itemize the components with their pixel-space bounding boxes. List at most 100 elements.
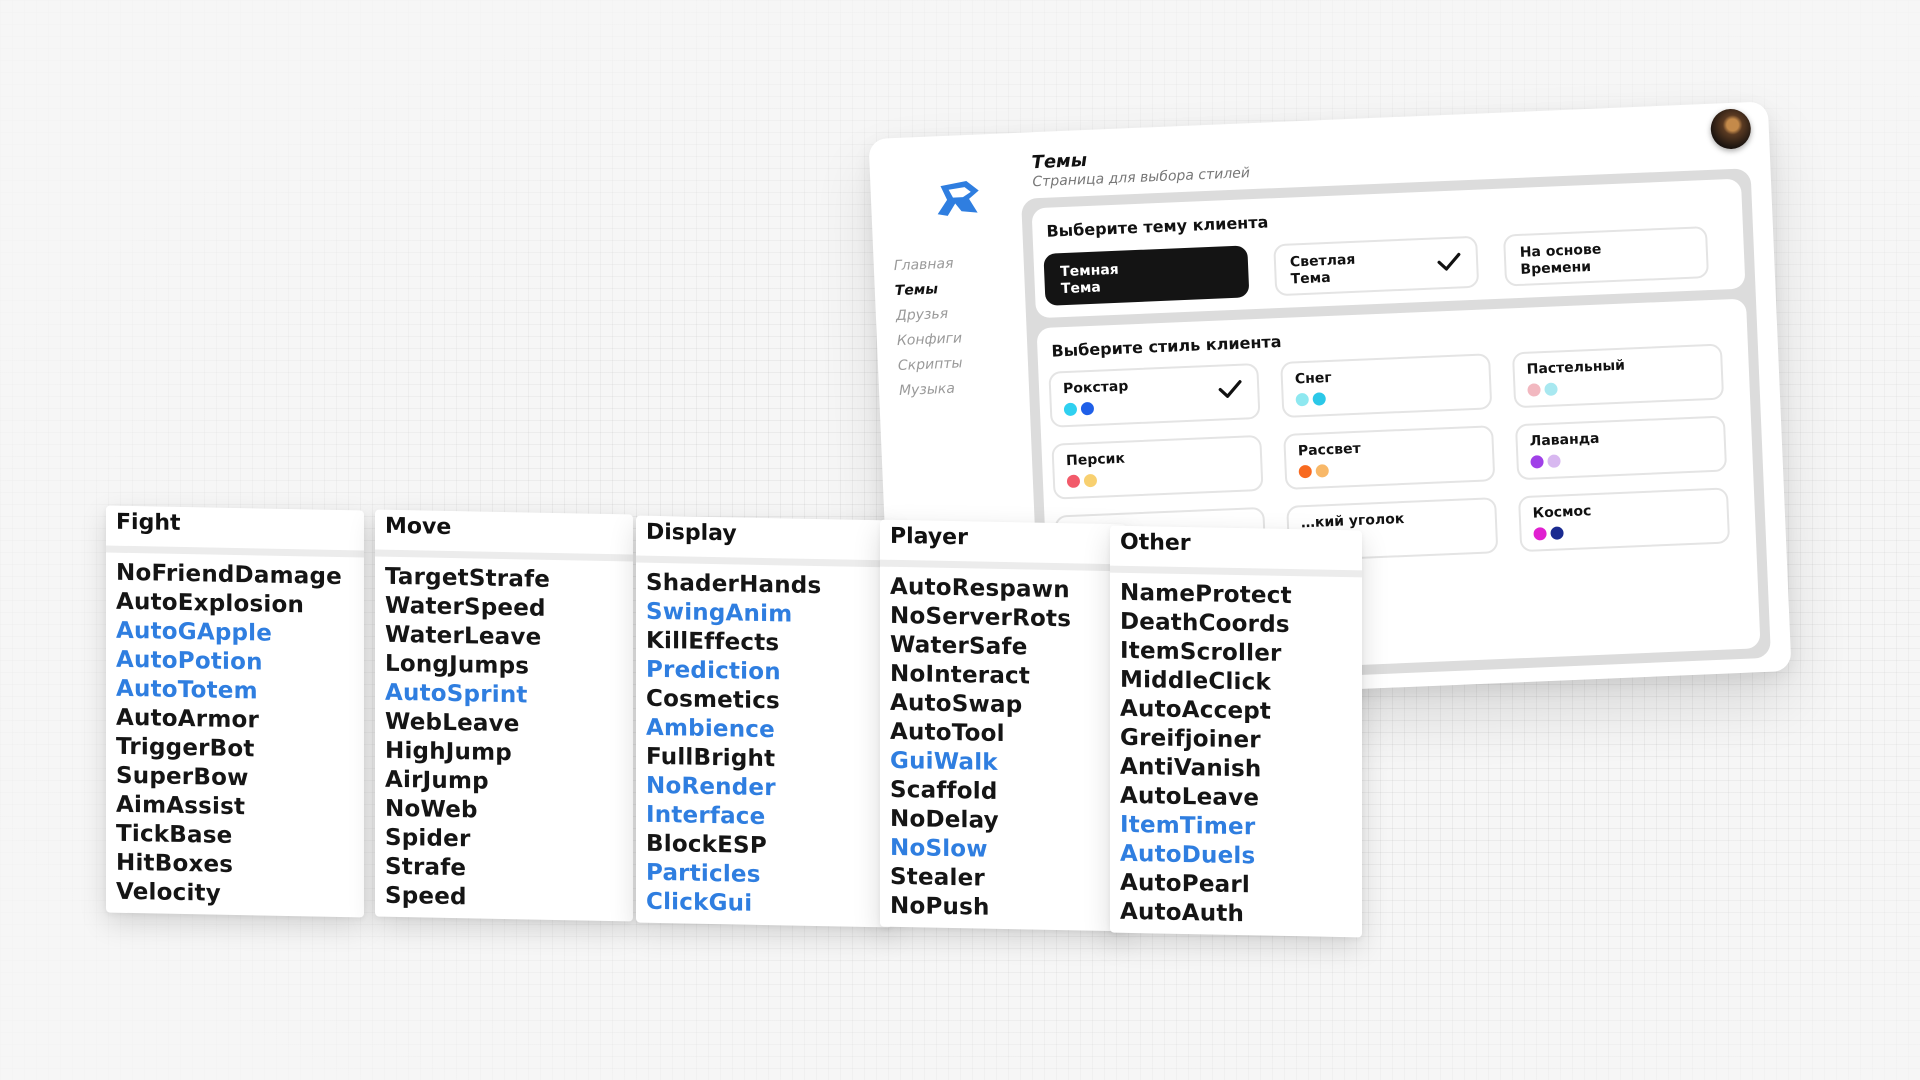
module-toggle[interactable]: NoServerRots: [890, 602, 1116, 635]
module-category-title[interactable]: Player: [880, 519, 1126, 572]
module-toggle[interactable]: NoPush: [890, 892, 1116, 925]
style-option-card[interactable]: Персик: [1051, 434, 1264, 500]
module-toggle[interactable]: Greifjoiner: [1120, 724, 1352, 757]
style-option-name: Рассвет: [1297, 440, 1361, 460]
module-toggle[interactable]: DeathCoords: [1120, 608, 1352, 641]
module-toggle[interactable]: SuperBow: [116, 762, 354, 796]
module-toggle[interactable]: Interface: [646, 801, 882, 835]
module-toggle[interactable]: AutoPearl: [1120, 869, 1352, 902]
style-color-swatches: [1527, 376, 1709, 397]
module-toggle[interactable]: FullBright: [646, 743, 882, 777]
color-swatch: [1530, 455, 1544, 469]
module-toggle[interactable]: Velocity: [116, 878, 354, 912]
module-toggle[interactable]: Spider: [385, 824, 623, 858]
module-toggle[interactable]: AutoTool: [890, 718, 1116, 751]
module-toggle[interactable]: Scaffold: [890, 776, 1116, 809]
module-toggle[interactable]: Particles: [646, 859, 882, 893]
module-category-title[interactable]: Move: [375, 509, 633, 562]
module-toggle[interactable]: NoInteract: [890, 660, 1116, 693]
module-toggle[interactable]: HighJump: [385, 737, 623, 771]
module-toggle[interactable]: Cosmetics: [646, 685, 882, 719]
module-toggle[interactable]: AutoDuels: [1120, 840, 1352, 873]
style-option-card[interactable]: Лаванда: [1514, 415, 1728, 481]
style-option-name: …кий уголок: [1300, 510, 1405, 532]
module-toggle[interactable]: AutoRespawn: [890, 573, 1116, 606]
style-option-name: Космос: [1532, 503, 1592, 522]
module-toggle[interactable]: KillEffects: [646, 627, 882, 661]
module-toggle[interactable]: Strafe: [385, 853, 623, 887]
style-option-card[interactable]: Снег: [1280, 353, 1493, 419]
module-toggle[interactable]: AutoSprint: [385, 679, 623, 713]
style-option-card[interactable]: Космос: [1517, 487, 1731, 553]
style-option-card[interactable]: Рокстар: [1048, 362, 1261, 428]
module-toggle[interactable]: Ambience: [646, 714, 882, 748]
module-category-title[interactable]: Fight: [106, 505, 364, 558]
module-toggle[interactable]: AutoPotion: [116, 646, 354, 680]
module-toggle[interactable]: AutoAuth: [1120, 898, 1352, 931]
style-section-title: Выберите стиль клиента: [1051, 331, 1282, 361]
module-toggle[interactable]: NoFriendDamage: [116, 559, 354, 593]
style-option-name: Лаванда: [1529, 430, 1600, 450]
module-toggle[interactable]: WaterSpeed: [385, 592, 623, 626]
module-category-title[interactable]: Display: [636, 515, 892, 568]
sidebar-nav: Главная Темы Друзья Конфиги Скрипты Музы…: [893, 253, 1019, 408]
avatar[interactable]: [1709, 108, 1752, 150]
module-category-title[interactable]: Other: [1110, 525, 1362, 578]
color-swatch: [1544, 382, 1558, 396]
module-toggle[interactable]: NoWeb: [385, 795, 623, 829]
module-toggle[interactable]: AimAssist: [116, 791, 354, 825]
theme-option-button[interactable]: На основе Времени: [1503, 226, 1710, 287]
color-swatch: [1547, 454, 1561, 468]
module-toggle[interactable]: AutoTotem: [116, 675, 354, 709]
module-toggle[interactable]: WaterLeave: [385, 621, 623, 655]
nav-item-music[interactable]: Музыка: [899, 378, 1020, 408]
module-toggle[interactable]: Stealer: [890, 863, 1116, 896]
style-option-card[interactable]: Пастельный: [1511, 343, 1725, 409]
color-swatch: [1295, 392, 1310, 407]
module-toggle[interactable]: NoSlow: [890, 834, 1116, 867]
module-toggle[interactable]: AntiVanish: [1120, 753, 1352, 786]
module-toggle[interactable]: WaterSafe: [890, 631, 1116, 664]
theme-option-button[interactable]: Темная Тема: [1043, 245, 1250, 306]
module-toggle[interactable]: AutoArmor: [116, 704, 354, 738]
module-toggle[interactable]: ClickGui: [646, 888, 882, 922]
module-toggle[interactable]: TickBase: [116, 820, 354, 854]
style-option-card[interactable]: Рассвет: [1283, 425, 1496, 490]
color-swatch: [1527, 383, 1541, 397]
module-toggle[interactable]: ShaderHands: [646, 569, 882, 603]
module-toggle[interactable]: AutoExplosion: [116, 588, 354, 622]
module-toggle[interactable]: ItemTimer: [1120, 811, 1352, 844]
module-list: ShaderHands SwingAnim KillEffects Predictio…: [636, 563, 892, 928]
color-swatch: [1533, 527, 1547, 541]
module-toggle[interactable]: WebLeave: [385, 708, 623, 742]
module-toggle[interactable]: MiddleClick: [1120, 666, 1352, 699]
checkmark-icon: [1436, 250, 1463, 273]
module-toggle[interactable]: HitBoxes: [116, 849, 354, 883]
module-toggle[interactable]: NoDelay: [890, 805, 1116, 838]
module-list: AutoRespawn NoServerRots WaterSafe NoIntera…: [880, 567, 1126, 932]
module-toggle[interactable]: BlockESP: [646, 830, 882, 864]
module-panel-display: Display ShaderHands SwingAnim KillEffects Pr…: [636, 515, 892, 928]
color-swatch: [1066, 474, 1081, 489]
module-toggle[interactable]: TargetStrafe: [385, 563, 623, 597]
module-toggle[interactable]: AutoAccept: [1120, 695, 1352, 728]
color-swatch: [1080, 401, 1095, 416]
module-toggle[interactable]: AirJump: [385, 766, 623, 800]
module-toggle[interactable]: Prediction: [646, 656, 882, 690]
module-toggle[interactable]: Speed: [385, 882, 623, 916]
module-toggle[interactable]: ItemScroller: [1120, 637, 1352, 670]
style-color-swatches: [1533, 520, 1715, 541]
module-toggle[interactable]: SwingAnim: [646, 598, 882, 632]
module-toggle[interactable]: LongJumps: [385, 650, 623, 684]
module-toggle[interactable]: NameProtect: [1120, 579, 1352, 612]
module-toggle[interactable]: AutoGApple: [116, 617, 354, 651]
module-toggle[interactable]: AutoSwap: [890, 689, 1116, 722]
theme-option-button[interactable]: Светлая Тема: [1273, 235, 1480, 297]
style-color-swatches: [1298, 458, 1481, 479]
module-toggle[interactable]: AutoLeave: [1120, 782, 1352, 815]
module-toggle[interactable]: GuiWalk: [890, 747, 1116, 780]
module-toggle[interactable]: NoRender: [646, 772, 882, 806]
style-color-swatches: [1530, 448, 1712, 469]
module-toggle[interactable]: TriggerBot: [116, 733, 354, 767]
style-option-name: Персик: [1065, 450, 1126, 470]
